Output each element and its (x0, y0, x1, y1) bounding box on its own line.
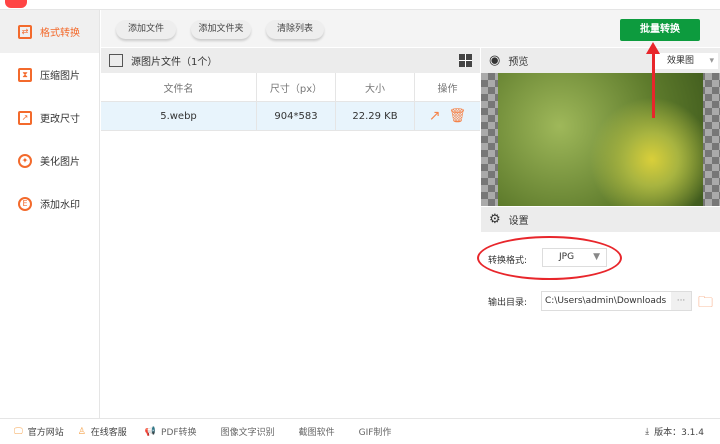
column-header: 尺寸（px） (257, 73, 336, 101)
preview-header: ◉ 预览 效果图 ▾ (481, 48, 720, 73)
file-list-header: 源图片文件（1个） (101, 48, 480, 73)
title-bar (0, 0, 720, 10)
gear-icon: ⚙ (489, 212, 501, 227)
sidebar-item-resize[interactable]: ↗ 更改尺寸 (0, 96, 99, 139)
folder-icon[interactable]: 🗀 (698, 292, 713, 317)
output-dir-input[interactable]: C:\Users\admin\Downloads ··· (541, 291, 692, 311)
eye-icon: ◉ (489, 53, 501, 68)
output-dir-value: C:\Users\admin\Downloads (545, 296, 667, 306)
website-link[interactable]: 🖵 官方网站 (14, 425, 64, 439)
batch-convert-button[interactable]: 批量转换 (620, 19, 700, 41)
settings-header: ⚙ 设置 (481, 207, 720, 232)
image-icon (109, 54, 123, 67)
convert-icon: ⇄ (18, 24, 32, 39)
open-external-icon[interactable]: ↗ (429, 108, 441, 124)
sidebar-item-label: 压缩图片 (40, 71, 80, 82)
sidebar-item-label: 更改尺寸 (40, 114, 80, 125)
delete-icon[interactable]: 🗑 (448, 108, 466, 124)
monitor-icon: 🖵 (14, 426, 23, 437)
sidebar-item-compress[interactable]: ⧗ 压缩图片 (0, 53, 99, 96)
chevron-down-icon: ▾ (709, 56, 714, 66)
file-list-title: 源图片文件（1个） (131, 57, 218, 68)
column-header: 文件名 (101, 73, 257, 101)
column-header: 操作 (437, 83, 458, 95)
support-label: 在线客服 (90, 428, 127, 438)
website-label: 官方网站 (27, 428, 64, 438)
file-dimensions: 904*583 (257, 102, 336, 130)
table-header-row: 文件名 尺寸（px） 大小 操作 (101, 73, 480, 102)
megaphone-icon: 📢 (144, 426, 157, 437)
sidebar: ⇄ 格式转换 ⧗ 压缩图片 ↗ 更改尺寸 ✦ 美化图片 E 添加水印 (0, 10, 100, 418)
table-row[interactable]: 5.webp 904*583 22.29 KB ↗ 🗑 (101, 102, 480, 131)
sidebar-item-watermark[interactable]: E 添加水印 (0, 182, 99, 225)
file-table: 文件名 尺寸（px） 大小 操作 5.webp 904*583 22.29 KB… (101, 73, 480, 131)
preview-photo (498, 73, 703, 206)
clear-list-button[interactable]: 清除列表 (266, 20, 324, 39)
sidebar-item-label: 格式转换 (40, 28, 80, 39)
annotation-arrow (652, 48, 655, 118)
column-header: 大小 (336, 73, 415, 101)
watermark-icon: E (18, 196, 32, 211)
resize-icon: ↗ (18, 110, 32, 125)
user-icon: ♙ (77, 426, 86, 437)
footer: 🖵 官方网站 ♙ 在线客服 📢 PDF转换 图像文字识别 截图软件 GIF制作 ⤓ 版本… (0, 418, 720, 444)
version-info[interactable]: ⤓ 版本：3.1.4 (645, 425, 704, 439)
pdf-label: PDF转换 (161, 428, 197, 438)
preview-title: 预览 (508, 57, 529, 68)
preview-mode-value: 效果图 (667, 56, 695, 66)
sidebar-item-beautify[interactable]: ✦ 美化图片 (0, 139, 99, 182)
file-size: 22.29 KB (336, 102, 415, 130)
sidebar-item-label: 添加水印 (40, 200, 80, 211)
ocr-link[interactable]: 图像文字识别 (221, 425, 275, 438)
annotation-ellipse (477, 236, 622, 280)
image-preview (481, 73, 720, 206)
grid-view-icon[interactable] (459, 54, 472, 67)
gif-link[interactable]: GIF制作 (359, 425, 392, 438)
app-logo (5, 0, 27, 8)
add-file-button[interactable]: 添加文件 (116, 20, 176, 39)
sidebar-item-label: 美化图片 (40, 157, 80, 168)
settings-title: 设置 (508, 216, 529, 227)
add-folder-button[interactable]: 添加文件夹 (191, 20, 251, 39)
support-link[interactable]: ♙ 在线客服 (77, 425, 127, 439)
beautify-icon: ✦ (18, 153, 32, 168)
download-icon: ⤓ (645, 426, 650, 437)
version-label: 版本：3.1.4 (654, 428, 704, 438)
screenshot-link[interactable]: 截图软件 (299, 425, 335, 438)
browse-button[interactable]: ··· (671, 292, 691, 310)
file-name: 5.webp (101, 102, 257, 130)
pdf-link[interactable]: 📢 PDF转换 (144, 425, 197, 439)
compress-icon: ⧗ (18, 67, 32, 82)
output-dir-label: 输出目录: (488, 298, 528, 308)
sidebar-item-format-convert[interactable]: ⇄ 格式转换 (0, 10, 99, 53)
preview-mode-select[interactable]: 效果图 ▾ (653, 53, 718, 69)
